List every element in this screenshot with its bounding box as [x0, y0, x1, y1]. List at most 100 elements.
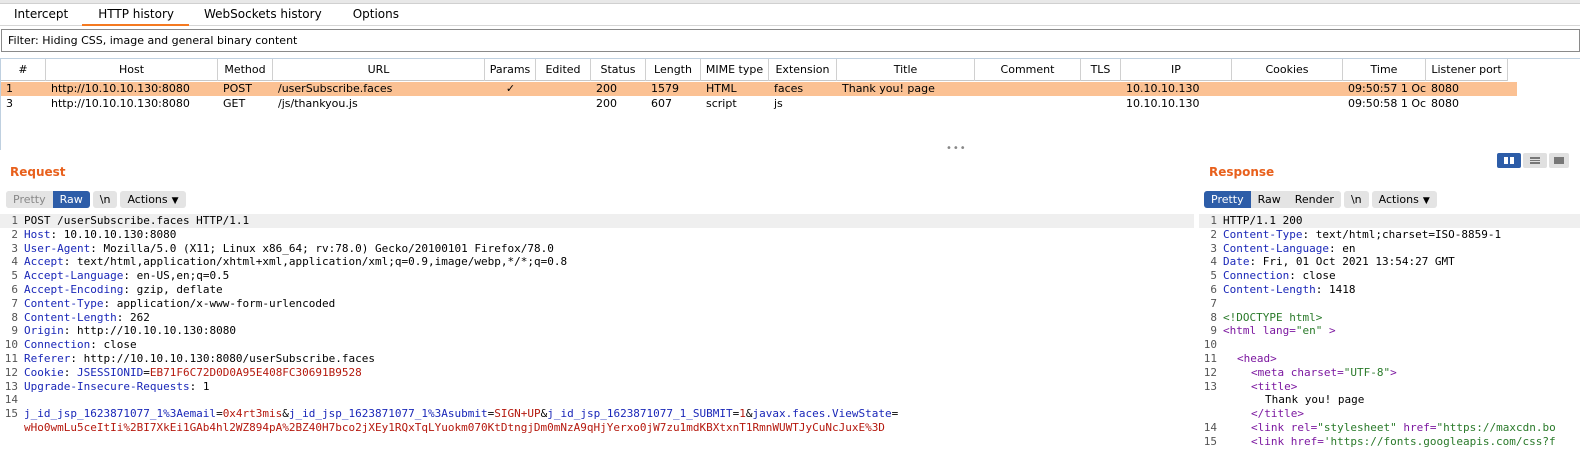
col-header-extension[interactable]: Extension [769, 59, 837, 81]
html-tag-close: > [1390, 365, 1397, 379]
line-number: 10 [4, 338, 18, 352]
html-attr: href= [1284, 434, 1324, 448]
response-actions-button[interactable]: Actions ▼ [1371, 191, 1437, 208]
header-value: en [1335, 241, 1356, 255]
meta-tag: <meta [1251, 365, 1285, 379]
link-tag: <link [1251, 421, 1285, 434]
header-value: http://10.10.10.130:8080/userSubscribe.f… [76, 352, 375, 365]
html-attr: charset= [1284, 365, 1344, 379]
filter-bar[interactable]: Filter: Hiding CSS, image and general bi… [1, 29, 1580, 52]
col-header-tls[interactable]: TLS [1081, 59, 1121, 81]
col-header-time[interactable]: Time [1343, 59, 1426, 81]
request-newline-toggle[interactable]: \n [92, 191, 118, 208]
cell-status: 200 [596, 97, 617, 110]
html-attr-value: "stylesheet" [1317, 421, 1397, 434]
col-header-num[interactable]: # [1, 59, 46, 81]
col-header-listener-port[interactable]: Listener port [1426, 59, 1508, 81]
col-header-title[interactable]: Title [837, 59, 975, 81]
col-header-host[interactable]: Host [46, 59, 218, 81]
request-panel-title: Request [10, 165, 66, 179]
request-actions-button[interactable]: Actions ▼ [120, 191, 186, 208]
line-number: 6 [1210, 283, 1217, 296]
col-header-ip[interactable]: IP [1121, 59, 1232, 81]
tab-http-history[interactable]: HTTP history [82, 4, 190, 26]
col-header-url[interactable]: URL [273, 59, 485, 81]
cell-edited [536, 82, 591, 96]
html-tag: <html [1223, 324, 1257, 338]
col-header-method[interactable]: Method [218, 59, 273, 81]
request-editor[interactable]: 1 POST /userSubscribe.faces HTTP/1.1 2 Hos… [0, 214, 1194, 462]
table-row[interactable]: 1 http://10.10.10.130:8080 POST /userSub… [1, 82, 1517, 96]
header-value: 262 [123, 310, 150, 324]
cell-params-check [485, 97, 536, 111]
col-header-edited[interactable]: Edited [536, 59, 591, 81]
header-value: close [96, 338, 137, 352]
param-value: 0x4rt3mis [222, 407, 283, 421]
header-value: close [1295, 269, 1336, 283]
cell-tls [1081, 82, 1121, 96]
col-header-mime[interactable]: MIME type [701, 59, 769, 81]
col-header-status[interactable]: Status [591, 59, 646, 81]
cell-method: GET [223, 97, 246, 110]
header-value: http://10.10.10.130:8080 [70, 324, 236, 338]
cell-mime: script [706, 97, 737, 110]
response-newline-toggle[interactable]: \n [1343, 191, 1369, 208]
layout-split-vertical-button[interactable] [1523, 153, 1547, 168]
header-name: Content-Language [1223, 241, 1329, 255]
col-header-length[interactable]: Length [646, 59, 701, 81]
cell-comment [975, 82, 1081, 96]
header-name: Content-Type [1223, 227, 1303, 241]
col-header-cookies[interactable]: Cookies [1232, 59, 1343, 81]
layout-tabs-button[interactable] [1549, 153, 1569, 168]
cell-extension: js [774, 97, 783, 110]
tab-options[interactable]: Options [337, 4, 414, 26]
cell-url: /js/thankyou.js [278, 97, 358, 110]
tab-intercept[interactable]: Intercept [0, 4, 82, 26]
cell-num: 3 [6, 97, 13, 110]
title-text: Thank you! page [1265, 393, 1365, 407]
header-value: text/html;charset=ISO-8859-1 [1309, 227, 1502, 241]
header-name: Connection [1223, 269, 1290, 283]
cell-title: Thank you! page [842, 82, 935, 95]
line-number: 4 [11, 255, 18, 269]
col-header-comment[interactable]: Comment [975, 59, 1081, 81]
cell-mime: HTML [706, 82, 737, 95]
request-view-toggle: Pretty Raw [6, 191, 90, 208]
tab-websockets-history[interactable]: WebSockets history [189, 4, 337, 26]
line-number: 4 [1210, 255, 1217, 269]
line-number: 10 [1203, 338, 1217, 352]
param-value: SIGN+UP [494, 407, 541, 421]
cell-host: http://10.10.10.130:8080 [51, 97, 190, 110]
response-toolbar: Pretty Raw Render \n Actions ▼ [1204, 191, 1437, 208]
param-name: j_id_jsp_1623871077_1_SUBMIT [547, 407, 733, 421]
table-header: # Host Method URL Params Edited Status L… [1, 59, 1508, 81]
cell-time: 09:50:58 1 Oc... [1348, 97, 1426, 110]
col-header-params[interactable]: Params [485, 59, 536, 81]
cell-comment [975, 97, 1081, 111]
header-name: User-Agent [24, 241, 91, 255]
header-name: Connection [24, 338, 91, 352]
response-pretty-button[interactable]: Pretty [1204, 191, 1251, 208]
html-attr-value: 'https://fonts.googleapis.com/css?f [1323, 434, 1556, 448]
line-number: 7 [1210, 296, 1217, 310]
request-raw-button[interactable]: Raw [52, 191, 90, 208]
html-attr-value: "https://maxcdn.bo [1436, 421, 1556, 434]
line-number: 15 [4, 407, 18, 421]
proxy-subtabs: Intercept HTTP history WebSockets histor… [0, 4, 1580, 26]
cell-length: 607 [651, 97, 672, 110]
param-name: j_id_jsp_1623871077_1%3Asubmit [288, 407, 488, 421]
param-name: javax.faces.ViewState [752, 407, 892, 421]
response-editor[interactable]: 1 HTTP/1.1 200 2 Content-Type: text/html;c… [1199, 214, 1580, 462]
cell-length: 1579 [651, 82, 679, 95]
layout-split-horizontal-button[interactable] [1497, 153, 1521, 168]
panel-splitter-handle[interactable]: ••• [946, 143, 967, 154]
header-name: Content-Length [1223, 283, 1316, 296]
cell-method: POST [223, 82, 252, 95]
header-name: Referer [24, 352, 71, 365]
header-value: Mozilla/5.0 (X11; Linux x86_64; rv:78.0)… [96, 241, 554, 255]
response-render-button[interactable]: Render [1287, 191, 1341, 208]
table-row[interactable]: 3 http://10.10.10.130:8080 GET /js/thank… [1, 97, 1517, 111]
request-pretty-button[interactable]: Pretty [6, 191, 53, 208]
response-raw-button[interactable]: Raw [1250, 191, 1288, 208]
line-number: 12 [1203, 365, 1217, 379]
